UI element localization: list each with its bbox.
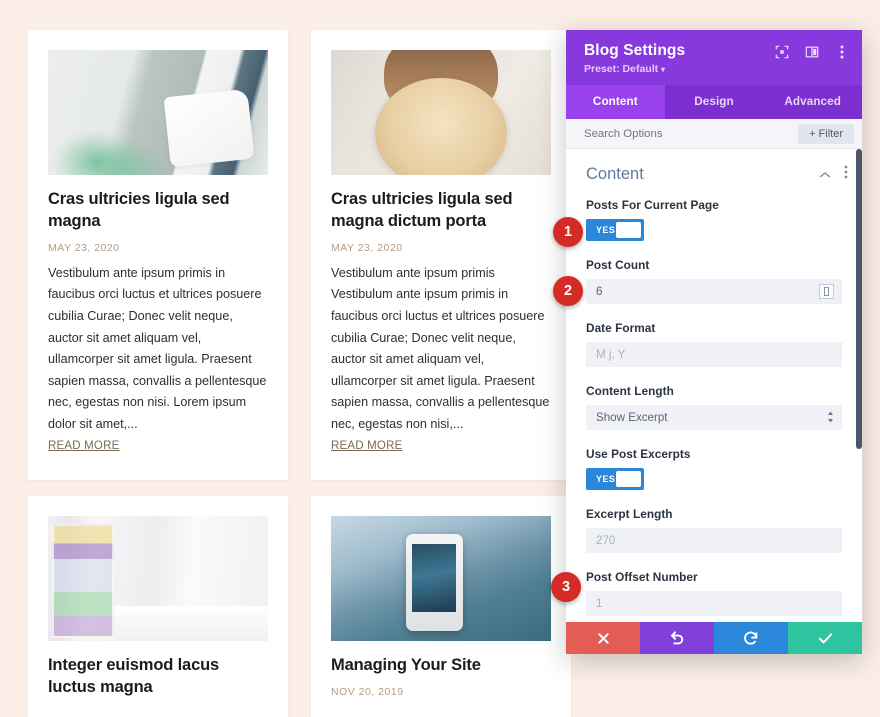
post-count-input[interactable]: 6 [586,279,842,304]
modal-footer [566,622,862,654]
post-date: MAY 23, 2020 [48,241,120,254]
toggle-knob [616,222,641,238]
post-title: Integer euismod lacus luctus magna [48,656,220,696]
excerpt-length-input[interactable]: 270 [586,528,842,553]
redo-button[interactable] [714,622,788,654]
post-date: NOV 20, 2019 [331,685,404,698]
post-offset-number-input[interactable]: 1 [586,591,842,616]
tab-content[interactable]: Content [566,85,665,119]
tab-advanced[interactable]: Advanced [763,85,862,119]
search-input[interactable] [584,127,799,140]
post-excerpt: Vestibulum ante ipsum primis Vestibulum … [331,265,550,432]
select-value: Show Excerpt [596,411,668,424]
content-section-header: Content [566,149,862,198]
scrollbar-track[interactable] [856,149,862,622]
more-vertical-icon[interactable] [834,44,850,60]
unit-selector-icon[interactable] [819,284,834,299]
undo-icon [669,630,685,646]
modal-tabs: Content Design Advanced [566,85,862,119]
toggle-state-label: YES [596,225,616,235]
tab-design[interactable]: Design [665,85,764,119]
field-content-length: Content Length Show Excerpt [566,384,862,430]
post-body: Managing Your Site NOV 20, 2019 [311,641,571,717]
hand-holding-phone-photo [331,516,551,641]
callout-badge-2: 2 [553,276,583,306]
input-value: M j, Y [596,348,626,361]
field-posts-for-current-page: Posts For Current Page YES [566,198,862,241]
post-image-wrapper [28,30,288,175]
input-value: 1 [596,597,603,610]
layout-columns-icon[interactable] [804,44,820,60]
posts-for-current-page-toggle[interactable]: YES [586,219,644,241]
bright-dining-room-photo [48,516,268,641]
date-format-input[interactable]: M j, Y [586,342,842,367]
field-date-format: Date Format M j, Y [566,321,862,367]
blog-post-card[interactable]: Cras ultricies ligula sed magna MAY 23, … [28,30,288,480]
woman-with-hat-photo [331,50,551,175]
blog-post-grid: Cras ultricies ligula sed magna MAY 23, … [0,0,600,717]
blog-post-card[interactable]: Managing Your Site NOV 20, 2019 [311,496,571,717]
field-post-count: Post Count 6 [566,258,862,304]
section-title: Content [586,165,644,183]
settings-scroll-area[interactable]: Content Posts For Current Page YES Post … [566,149,862,622]
chevron-up-icon[interactable] [819,166,831,184]
more-vertical-icon[interactable] [844,165,848,184]
read-more-link[interactable]: READ MORE [331,440,402,452]
field-label: Content Length [586,384,674,398]
modal-header: Blog Settings Preset: Default ▾ [566,30,862,85]
checkmark-icon [818,632,833,645]
preset-selector[interactable]: Preset: Default ▾ [584,63,846,75]
blog-post-card[interactable]: Cras ultricies ligula sed magna dictum p… [311,30,571,480]
filter-button[interactable]: + Filter [798,123,854,144]
post-title: Managing Your Site [331,656,481,674]
use-post-excerpts-toggle[interactable]: YES [586,468,644,490]
search-row: +Filter [566,119,862,149]
chevron-down-icon: ▾ [661,65,666,74]
callout-badge-3: 3 [551,572,581,602]
post-excerpt: Vestibulum ante ipsum primis in faucibus… [48,265,267,432]
plus-icon: + [809,127,816,140]
content-length-select[interactable]: Show Excerpt [586,405,842,430]
field-label: Posts For Current Page [586,198,719,212]
blog-settings-modal: Blog Settings Preset: Default ▾ Content … [566,30,862,654]
field-label: Post Offset Number [586,570,698,584]
toggle-state-label: YES [596,474,616,484]
redo-icon [743,630,759,646]
cancel-button[interactable] [566,622,640,654]
preset-label: Preset: Default [584,63,659,75]
input-value: 6 [596,285,603,298]
fullscreen-icon[interactable] [774,44,790,60]
field-label: Date Format [586,321,656,335]
post-image-wrapper [28,496,288,641]
toggle-knob [616,471,641,487]
app-root: Cras ultricies ligula sed magna MAY 23, … [0,0,880,717]
scrollbar-thumb[interactable] [856,149,862,449]
post-title: Cras ultricies ligula sed magna dictum p… [331,190,513,230]
undo-button[interactable] [640,622,714,654]
field-post-offset-number: Post Offset Number 1 [566,570,862,616]
field-use-post-excerpts: Use Post Excerpts YES [566,447,862,490]
post-body: Integer euismod lacus luctus magna [28,641,288,717]
post-image-wrapper [311,496,571,641]
filter-button-label: Filter [818,127,843,140]
post-body: Cras ultricies ligula sed magna dictum p… [311,175,571,476]
post-title: Cras ultricies ligula sed magna [48,190,230,230]
post-body: Cras ultricies ligula sed magna MAY 23, … [28,175,288,476]
post-image-wrapper [311,30,571,175]
select-arrows-icon [827,411,834,425]
callout-badge-1: 1 [553,217,583,247]
field-excerpt-length: Excerpt Length 270 [566,507,862,553]
input-value: 270 [596,534,616,547]
read-more-link[interactable]: READ MORE [48,440,119,452]
section-tools [819,165,848,184]
field-label: Use Post Excerpts [586,447,691,461]
blog-post-card[interactable]: Integer euismod lacus luctus magna [28,496,288,717]
modal-header-icons [774,44,850,60]
sofa-living-room-photo [48,50,268,175]
field-label: Post Count [586,258,650,272]
field-label: Excerpt Length [586,507,673,521]
close-icon [597,632,610,645]
post-date: MAY 23, 2020 [331,241,403,254]
save-button[interactable] [788,622,862,654]
